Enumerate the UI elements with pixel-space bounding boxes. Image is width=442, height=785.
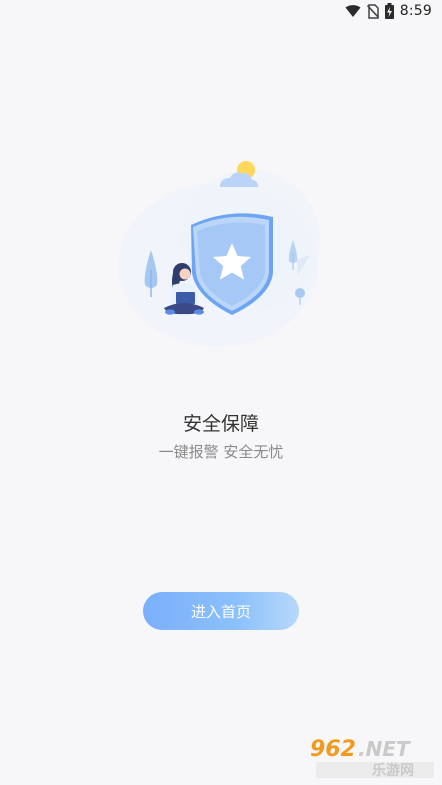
page-subtitle: 一键报警 安全无忧 <box>158 443 284 461</box>
svg-text:.NET: .NET <box>358 737 411 761</box>
battery-charging-icon <box>384 3 394 19</box>
sun-cloud-icon <box>220 161 258 187</box>
status-time: 8:59 <box>399 3 432 19</box>
svg-text:962: 962 <box>310 737 356 762</box>
svg-text:乐游网: 乐游网 <box>372 762 414 779</box>
wifi-icon <box>345 4 361 18</box>
watermark-logo-svg: 962 .NET 乐游网 <box>310 737 434 779</box>
watermark-logo: 962 .NET 乐游网 <box>304 732 438 780</box>
illustration-svg <box>118 161 320 347</box>
enter-home-button[interactable]: 进入首页 <box>143 592 299 630</box>
security-shield-illustration <box>100 145 340 355</box>
status-icons: 8:59 <box>345 3 432 19</box>
enter-home-button-label: 进入首页 <box>190 602 251 621</box>
onboarding-screen: 8:59 安全保障 一键报警 安全无忧 进入首页 962 .NET 乐游网 <box>0 0 442 785</box>
status-bar: 8:59 <box>0 0 442 26</box>
page-title: 安全保障 <box>182 413 259 435</box>
no-sim-icon <box>366 3 379 19</box>
